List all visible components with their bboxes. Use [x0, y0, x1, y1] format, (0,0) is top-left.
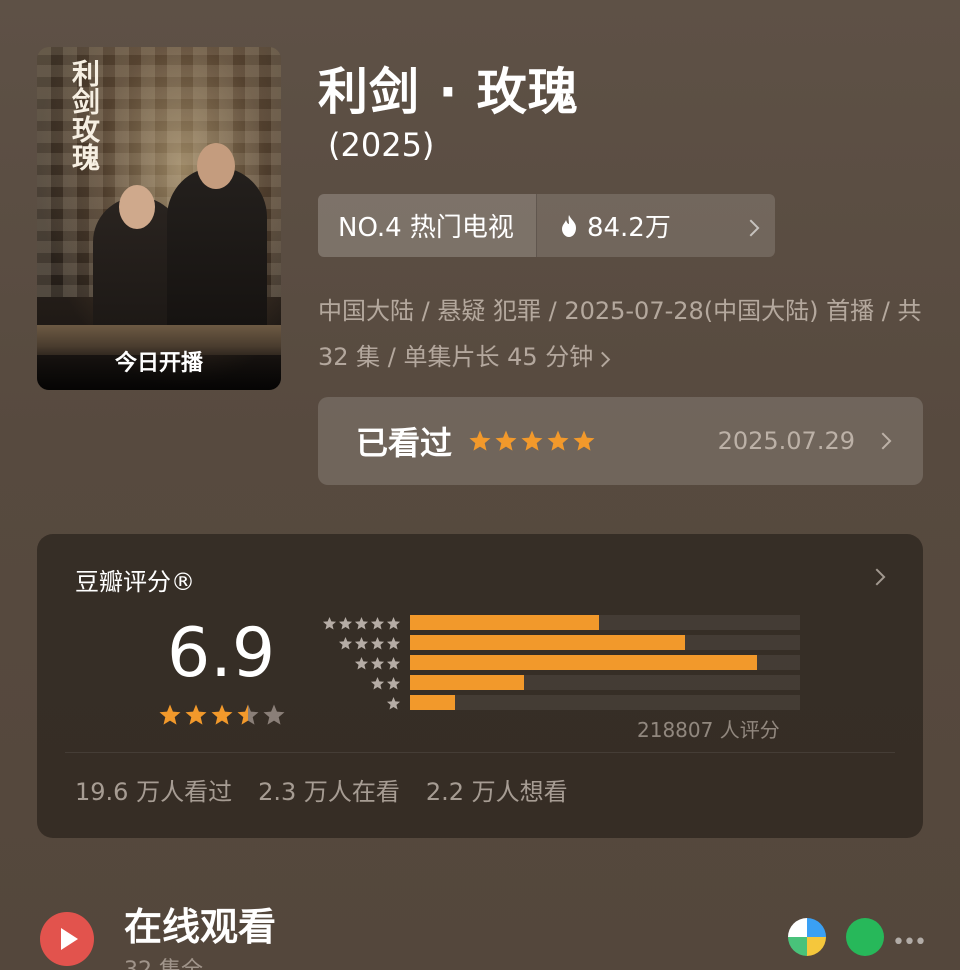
video-app-icon[interactable] — [846, 918, 884, 956]
distribution-bar-track — [410, 635, 800, 650]
distribution-stars — [313, 656, 401, 671]
poster-figure-man — [167, 167, 267, 347]
star-icon — [370, 676, 385, 689]
distribution-stars — [313, 696, 401, 711]
chevron-right-icon[interactable] — [868, 568, 886, 587]
stat-watching[interactable]: 2.3 万人在看 — [258, 772, 400, 807]
distribution-stars — [313, 616, 401, 631]
chevron-right-icon — [742, 211, 760, 241]
star-icon — [354, 616, 369, 629]
star-icon — [386, 656, 401, 669]
star-icon — [370, 616, 385, 629]
page-title: 利剑 · 玫瑰 — [318, 63, 579, 121]
distribution-row — [313, 674, 401, 692]
douban-rating-card[interactable]: 豆瓣评分® 6.9 218807 人评分 19.6 万人看过 2.3 万人在看 … — [37, 534, 923, 838]
distribution-bar — [410, 635, 685, 650]
star-icon — [386, 696, 401, 709]
poster-face-woman — [119, 185, 155, 229]
stat-watched[interactable]: 19.6 万人看过 — [75, 772, 232, 807]
star-icon — [159, 704, 181, 725]
heat-value: 84.2万 — [586, 213, 671, 243]
star-icon — [322, 616, 337, 629]
star-icon — [370, 656, 385, 669]
rating-score-stars — [158, 703, 286, 727]
poster-vertical-title: 利剑玫瑰 — [68, 59, 101, 171]
star-icon — [521, 430, 543, 451]
distribution-bar — [410, 655, 758, 670]
stat-want[interactable]: 2.2 万人想看 — [426, 772, 568, 807]
video-app-icon[interactable] — [788, 918, 826, 956]
meta-text: 中国大陆 / 悬疑 犯罪 / 2025-07-28(中国大陆) 首播 / 共 3… — [318, 297, 922, 371]
release-year: (2025) — [328, 126, 435, 164]
watched-label: 已看过 — [356, 424, 453, 462]
more-icon[interactable]: ••• — [892, 930, 927, 955]
star-icon — [469, 430, 491, 451]
rank-label[interactable]: NO.4 热门电视 — [318, 194, 536, 257]
play-icon[interactable] — [40, 912, 94, 966]
distribution-bar-track — [410, 615, 800, 630]
poster-face-man — [197, 143, 235, 189]
distribution-bar — [410, 695, 455, 710]
star-icon — [185, 704, 207, 725]
ranking-box[interactable]: NO.4 热门电视 84.2万 — [318, 194, 775, 257]
star-icon — [354, 656, 369, 669]
star-icon — [573, 430, 595, 451]
online-watch-title[interactable]: 在线观看 — [124, 896, 276, 951]
distribution-row — [313, 634, 401, 652]
star-icon — [263, 704, 285, 725]
distribution-stars — [313, 636, 401, 651]
star-icon — [211, 704, 233, 725]
rating-score: 6.9 — [167, 614, 276, 693]
star-icon — [386, 676, 401, 689]
star-icon — [547, 430, 569, 451]
star-icon — [237, 704, 259, 725]
poster-image[interactable]: 利剑玫瑰 今日开播 — [37, 47, 281, 390]
distribution-row — [313, 694, 401, 712]
my-rating-stars — [468, 429, 596, 453]
card-divider — [65, 752, 895, 753]
star-icon — [338, 636, 353, 649]
online-watch-sub: 32 集全 — [124, 952, 203, 970]
star-icon — [386, 636, 401, 649]
distribution-bar-track — [410, 655, 800, 670]
poster-badge: 今日开播 — [37, 346, 281, 390]
meta-info[interactable]: 中国大陆 / 悬疑 犯罪 / 2025-07-28(中国大陆) 首播 / 共 3… — [318, 288, 928, 380]
star-icon — [354, 636, 369, 649]
raters-count: 218807 人评分 — [637, 718, 780, 742]
distribution-bar-track — [410, 675, 800, 690]
distribution-row — [313, 614, 401, 632]
watched-date: 2025.07.29 — [717, 427, 855, 455]
watched-status-bar[interactable]: 已看过 2025.07.29 — [318, 397, 923, 485]
distribution-bar — [410, 615, 600, 630]
star-icon — [370, 636, 385, 649]
flame-icon — [561, 214, 576, 237]
star-icon — [338, 616, 353, 629]
audience-stats: 19.6 万人看过 2.3 万人在看 2.2 万人想看 — [75, 772, 568, 807]
rating-title: 豆瓣评分® — [75, 568, 195, 596]
distribution-bar — [410, 675, 525, 690]
chevron-right-icon — [874, 432, 892, 451]
star-icon — [386, 616, 401, 629]
distribution-bar-track — [410, 695, 800, 710]
heat-section[interactable]: 84.2万 — [537, 194, 775, 257]
distribution-row — [313, 654, 401, 672]
chevron-right-icon — [593, 343, 611, 371]
distribution-stars — [313, 676, 401, 691]
star-icon — [495, 430, 517, 451]
